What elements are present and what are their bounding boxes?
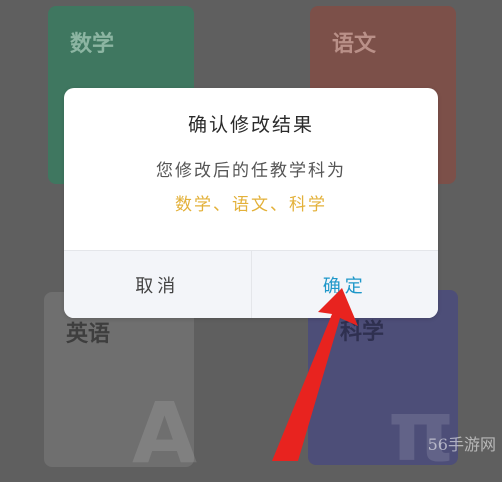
- dialog-subjects: 数学、语文、科学: [175, 195, 327, 215]
- confirm-dialog: 确认修改结果 您修改后的任教学科为 数学、语文、科学 取消 确定: [64, 88, 438, 318]
- watermark: 56手游网: [427, 435, 496, 454]
- confirm-button[interactable]: 确定: [252, 251, 439, 318]
- subject-card-math-title: 数学: [70, 32, 115, 57]
- cancel-button[interactable]: 取消: [64, 251, 252, 318]
- subject-card-english[interactable]: 英语 A: [44, 292, 197, 482]
- english-deco-icon: A: [132, 384, 198, 482]
- dialog-button-bar: 取消 确定: [64, 250, 438, 318]
- dialog-title: 确认修改结果: [187, 114, 314, 136]
- subject-card-chinese-title: 语文: [332, 32, 377, 57]
- dialog-message: 您修改后的任教学科为: [156, 161, 346, 181]
- subject-card-science-title: 科学: [340, 320, 385, 345]
- subject-card-english-title: 英语: [66, 322, 111, 347]
